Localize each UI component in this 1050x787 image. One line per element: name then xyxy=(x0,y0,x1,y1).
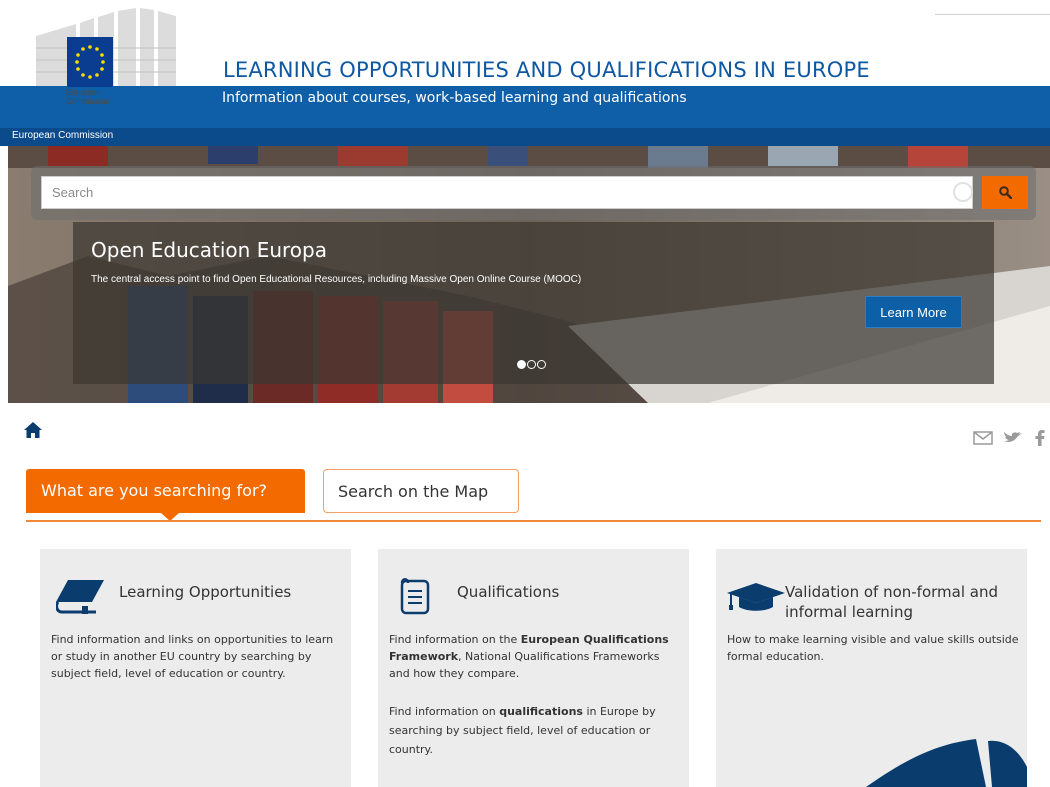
eu-flag-icon xyxy=(67,37,113,87)
card-description: How to make learning visible and value s… xyxy=(727,633,1019,663)
graduation-cap-icon xyxy=(727,583,785,615)
card-qualifications[interactable]: Qualifications Find information on the E… xyxy=(378,549,689,787)
carousel-description: The central access point to find Open Ed… xyxy=(91,274,582,285)
logo-text: European Commission xyxy=(66,88,111,106)
twitter-icon[interactable] xyxy=(1003,430,1023,449)
card-title[interactable]: Validation of non-formal and informal le… xyxy=(785,582,1015,622)
site-title: LEARNING OPPORTUNITIES AND QUALIFICATION… xyxy=(223,58,870,82)
book-icon xyxy=(55,580,104,618)
tab-label: Search on the Map xyxy=(338,482,489,501)
card-description-eqf: Find information on the European Qualifi… xyxy=(389,631,679,682)
card-description: Find information and links on opportunit… xyxy=(51,633,334,680)
card-description-qualifications: Find information on qualifications in Eu… xyxy=(389,702,679,759)
search-input[interactable] xyxy=(41,176,973,209)
carousel-title: Open Education Europa xyxy=(91,238,327,262)
tab-search-on-the-map[interactable]: Search on the Map xyxy=(323,469,519,513)
card-title[interactable]: Qualifications xyxy=(457,583,559,601)
site-subtitle: Information about courses, work-based le… xyxy=(222,90,687,106)
scroll-icon xyxy=(400,577,432,621)
email-icon[interactable] xyxy=(973,430,993,449)
carousel-dot-1[interactable] xyxy=(517,360,526,369)
home-icon[interactable] xyxy=(24,422,42,442)
card-validation[interactable]: Validation of non-formal and informal le… xyxy=(716,549,1027,787)
loading-spinner-icon xyxy=(953,182,973,202)
search-button[interactable] xyxy=(982,176,1028,209)
facebook-icon[interactable] xyxy=(1035,430,1045,450)
logo-building-icon xyxy=(36,8,176,86)
tabs-divider xyxy=(26,520,1041,522)
ec-bar-label[interactable]: European Commission xyxy=(12,130,113,141)
search-icon xyxy=(999,186,1012,199)
card-title[interactable]: Learning Opportunities xyxy=(119,583,291,601)
ec-logo[interactable]: European Commission xyxy=(36,8,196,118)
card-learning-opportunities[interactable]: Learning Opportunities Find information … xyxy=(40,549,351,787)
learn-more-button[interactable]: Learn More xyxy=(865,296,962,328)
tab-what-are-you-searching-for[interactable]: What are you searching for? xyxy=(26,469,305,513)
text-span: Find information on the xyxy=(389,633,521,646)
carousel-dot-3[interactable] xyxy=(537,360,546,369)
text-span: Find information on xyxy=(389,705,500,718)
ec-breadcrumb-bar: European Commission xyxy=(0,128,1050,146)
bold-span: qualifications xyxy=(499,705,583,718)
site-header: European Commission LEARNING OPPORTUNITI… xyxy=(0,0,1050,128)
decorative-shape xyxy=(866,739,1027,787)
tab-label: What are you searching for? xyxy=(41,481,268,500)
carousel-caption: Open Education Europa The central access… xyxy=(73,222,994,384)
carousel-dot-2[interactable] xyxy=(527,360,536,369)
